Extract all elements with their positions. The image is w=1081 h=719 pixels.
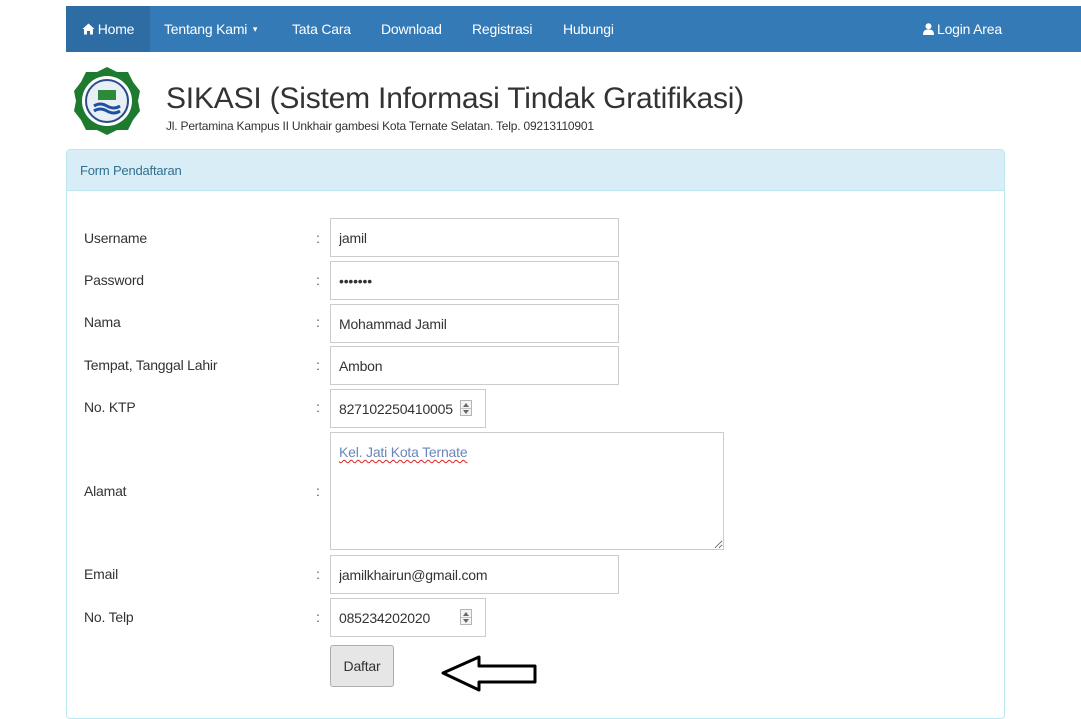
colon: :	[316, 399, 320, 415]
nav-hubungi[interactable]: Hubungi	[563, 6, 614, 52]
telp-stepper-icon[interactable]	[460, 609, 472, 625]
telp-label: No. Telp	[84, 609, 134, 625]
username-label: Username	[84, 230, 147, 246]
ttl-label: Tempat, Tanggal Lahir	[84, 357, 218, 373]
nama-input[interactable]	[330, 304, 619, 343]
panel-heading: Form Pendaftaran	[67, 150, 1004, 191]
nama-label: Nama	[84, 314, 121, 330]
daftar-button[interactable]: Daftar	[330, 645, 394, 687]
nav-login-area[interactable]: Login Area	[923, 6, 1002, 52]
colon: :	[316, 230, 320, 246]
colon: :	[316, 609, 320, 625]
nav-tentang-label: Tentang Kami	[164, 21, 248, 37]
nav-download[interactable]: Download	[381, 6, 442, 52]
email-input[interactable]	[330, 555, 619, 594]
nav-home-label: Home	[97, 21, 135, 37]
password-label: Password	[84, 272, 144, 288]
password-input[interactable]	[330, 261, 619, 300]
user-icon	[923, 7, 934, 53]
arrow-left-outline-icon	[440, 654, 540, 697]
colon: :	[316, 314, 320, 330]
colon: :	[316, 566, 320, 582]
nav-tata-cara[interactable]: Tata Cara	[292, 6, 351, 52]
site-title: SIKASI (Sistem Informasi Tindak Gratifik…	[166, 82, 745, 115]
alamat-textarea[interactable]	[330, 432, 724, 550]
nav-registrasi[interactable]: Registrasi	[472, 6, 532, 52]
site-address: Jl. Pertamina Kampus II Unkhair gambesi …	[166, 119, 594, 133]
colon: :	[316, 483, 320, 499]
top-navbar: Home Tentang Kami ▾ Tata Cara Download R…	[66, 6, 1081, 52]
university-logo	[72, 66, 142, 136]
alamat-label: Alamat	[84, 483, 127, 499]
ttl-input[interactable]	[330, 346, 619, 385]
colon: :	[316, 272, 320, 288]
email-label: Email	[84, 566, 119, 582]
nav-home[interactable]: Home	[66, 6, 150, 52]
caret-down-icon: ▾	[252, 24, 258, 34]
nav-tentang-kami-dropdown[interactable]: Tentang Kami ▾	[164, 6, 257, 52]
ktp-label: No. KTP	[84, 399, 136, 415]
home-icon	[82, 7, 95, 53]
nav-login-label: Login Area	[937, 21, 1002, 37]
ktp-stepper-icon[interactable]	[460, 400, 472, 416]
colon: :	[316, 357, 320, 373]
username-input[interactable]	[330, 218, 619, 257]
